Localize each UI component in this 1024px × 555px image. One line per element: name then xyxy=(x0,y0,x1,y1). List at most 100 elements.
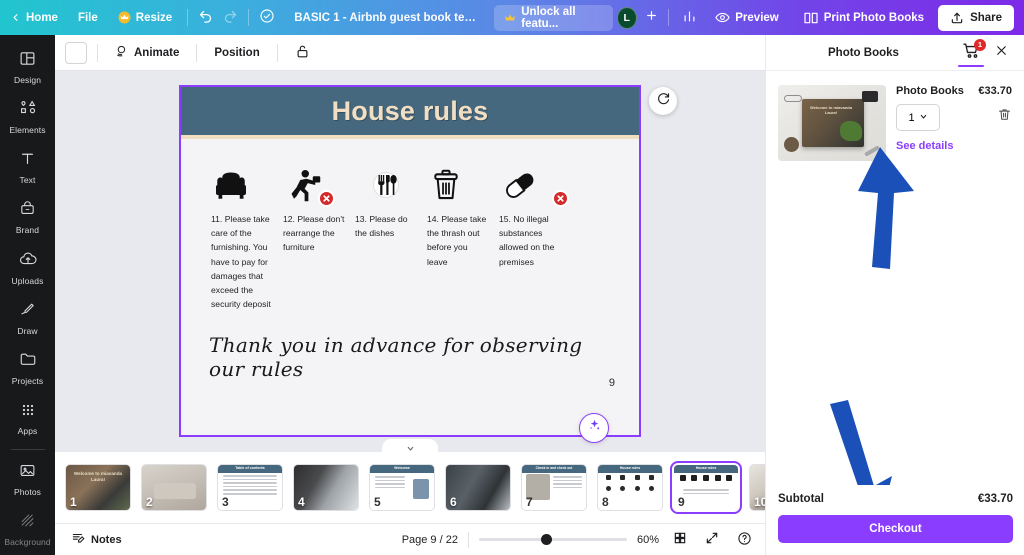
rule-item[interactable]: 11. Please take care of the furnishing. … xyxy=(211,153,283,311)
status-right-group: Page 9 / 22 60% xyxy=(402,529,755,551)
toolbar-divider xyxy=(187,9,189,26)
top-bar: Home File Resize BASIC 1 - Airbnb guest … xyxy=(0,0,1024,35)
toolbar-divider-3 xyxy=(276,43,278,62)
draw-icon xyxy=(19,301,36,323)
status-divider xyxy=(467,531,469,548)
share-upload-icon xyxy=(950,11,964,25)
sidebar-item-apps[interactable]: Apps xyxy=(0,393,55,443)
print-photo-books-button[interactable]: Print Photo Books xyxy=(794,5,933,31)
zoom-slider-track xyxy=(478,538,627,541)
page-thumbnail[interactable]: Welcome to miavanda Laura! 1 xyxy=(65,464,131,511)
sidebar-item-elements[interactable]: Elements xyxy=(0,92,55,142)
page-thumbnail[interactable]: Welcome 5 xyxy=(369,464,435,511)
document-title[interactable]: BASIC 1 - Airbnb guest book temp... xyxy=(285,5,493,31)
magic-assistant-button[interactable] xyxy=(579,413,609,443)
blocked-badge xyxy=(318,190,335,207)
delete-item-button[interactable] xyxy=(997,107,1012,127)
element-toolbar: Animate Position xyxy=(55,35,765,71)
crown-icon xyxy=(504,12,516,24)
sidebar-label: Projects xyxy=(11,376,44,387)
user-avatar[interactable]: L xyxy=(616,6,637,29)
rule-item[interactable]: 15. No illegal substances allowed on the… xyxy=(499,153,571,311)
fullscreen-button[interactable] xyxy=(701,529,723,551)
rule-item[interactable]: 13. Please do the dishes xyxy=(355,153,427,311)
unlock-icon xyxy=(295,44,310,62)
preview-button[interactable]: Preview xyxy=(706,5,787,31)
page-header[interactable]: House rules xyxy=(181,87,639,139)
sidebar-item-brand[interactable]: Brand xyxy=(0,193,55,243)
animate-label: Animate xyxy=(134,46,180,59)
rule-text: 15. No illegal substances allowed on the… xyxy=(499,214,555,267)
canvas-area[interactable]: House rules 11. Please take care of the … xyxy=(55,71,765,452)
page-thumbnail-selected[interactable]: House rules 9 xyxy=(670,461,742,514)
color-swatch-button[interactable] xyxy=(65,41,87,64)
resize-button[interactable]: Resize xyxy=(109,5,181,31)
grid-view-button[interactable] xyxy=(669,529,691,551)
position-button[interactable]: Position xyxy=(207,43,266,63)
add-collaborator-button[interactable] xyxy=(644,9,660,27)
home-button[interactable]: Home xyxy=(1,5,67,31)
checkout-button[interactable]: Checkout xyxy=(778,515,1013,543)
annotation-arrow-up xyxy=(828,145,920,280)
undo-icon xyxy=(198,9,213,27)
help-button[interactable] xyxy=(733,529,755,551)
panel-title: Photo Books xyxy=(828,46,899,59)
pill-capsule-icon xyxy=(499,153,571,207)
rotate-page-button[interactable] xyxy=(649,87,677,115)
animate-button[interactable]: Animate xyxy=(108,40,186,65)
sidebar-label: Photos xyxy=(13,487,42,498)
rule-text: 12. Please don't rearrange the furniture xyxy=(283,214,345,253)
sidebar-item-background[interactable]: Background xyxy=(0,505,55,555)
redo-button[interactable] xyxy=(218,5,243,31)
fullscreen-icon xyxy=(705,531,719,548)
elements-icon xyxy=(19,99,37,122)
cloud-save-status-button[interactable] xyxy=(254,5,279,31)
page-thumbnail[interactable]: Table of contents 3 xyxy=(217,464,283,511)
chevron-down-icon xyxy=(405,440,416,458)
notes-icon xyxy=(71,531,85,548)
thumb-number: 1 xyxy=(70,495,77,509)
file-menu-button[interactable]: File xyxy=(69,5,107,31)
chevron-down-icon xyxy=(919,112,928,124)
sidebar-item-photos[interactable]: Photos xyxy=(0,455,55,505)
cloud-saved-icon xyxy=(259,8,275,27)
quantity-select[interactable]: 1 xyxy=(896,104,940,131)
sidebar-item-projects[interactable]: Projects xyxy=(0,343,55,393)
redo-icon xyxy=(223,9,238,27)
zoom-slider[interactable] xyxy=(478,530,627,550)
page-thumbnail[interactable]: 2 xyxy=(141,464,207,511)
page-thumbnail[interactable]: House rules 8 xyxy=(597,464,663,511)
page-thumbnail[interactable]: 10 xyxy=(749,464,765,511)
rule-text: 14. Please take the thrash out before yo… xyxy=(427,214,487,267)
notes-button[interactable]: Notes xyxy=(65,527,128,552)
collapse-strip-button[interactable] xyxy=(382,439,438,453)
undo-button[interactable] xyxy=(193,5,218,31)
page-thumbnail[interactable]: Check in and check out 7 xyxy=(521,464,587,511)
sidebar-item-draw[interactable]: Draw xyxy=(0,293,55,343)
lock-button[interactable] xyxy=(288,40,317,66)
sidebar-item-design[interactable]: Design xyxy=(0,42,55,92)
thumb-title: Check in and check out xyxy=(535,466,573,470)
thank-you-text[interactable]: Thank you in advance for observing our r… xyxy=(209,333,619,381)
zoom-level-label: 60% xyxy=(636,533,659,546)
share-button[interactable]: Share xyxy=(938,4,1015,31)
insights-button[interactable] xyxy=(678,5,701,31)
rule-item[interactable]: 12. Please don't rearrange the furniture xyxy=(283,153,355,311)
page-thumbnail[interactable]: 6 xyxy=(445,464,511,511)
close-panel-button[interactable] xyxy=(988,40,1014,66)
rule-item[interactable]: 14. Please take the thrash out before yo… xyxy=(427,153,499,311)
page-thumbnail[interactable]: 4 xyxy=(293,464,359,511)
thumbnail-list[interactable]: Welcome to miavanda Laura! 1 2 Table of … xyxy=(55,452,765,523)
home-label: Home xyxy=(26,11,58,24)
rules-grid: 11. Please take care of the furnishing. … xyxy=(181,139,639,311)
design-page[interactable]: House rules 11. Please take care of the … xyxy=(179,85,641,443)
sidebar-item-uploads[interactable]: Uploads xyxy=(0,243,55,293)
zoom-slider-knob[interactable] xyxy=(540,534,552,545)
sidebar-item-text[interactable]: Text xyxy=(0,142,55,192)
unlock-all-features-button[interactable]: Unlock all featu... xyxy=(494,4,613,31)
sidebar-label: Design xyxy=(13,74,42,85)
left-sidebar: Design Elements Text Brand Uploads Draw … xyxy=(0,35,55,555)
sidebar-label: Elements xyxy=(9,125,46,136)
projects-icon xyxy=(19,350,37,373)
cart-button[interactable]: 1 xyxy=(958,38,986,67)
